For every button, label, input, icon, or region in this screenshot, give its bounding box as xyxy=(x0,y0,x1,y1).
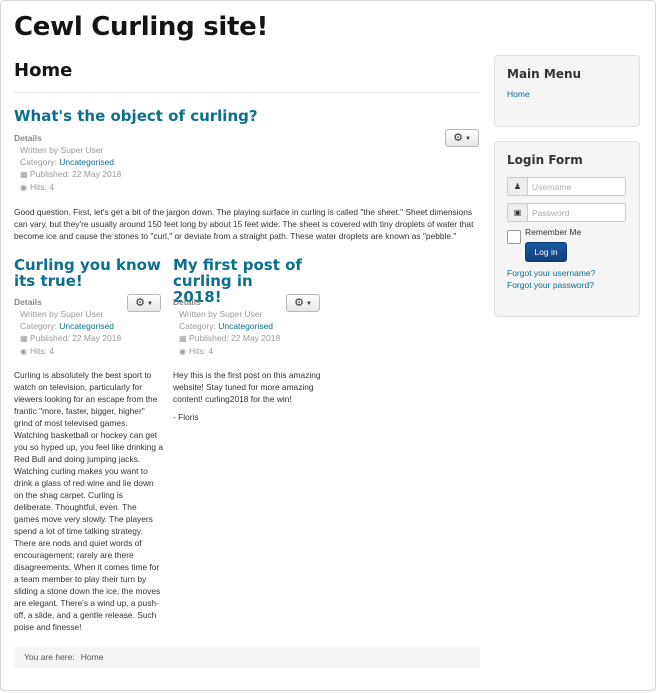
article-body: Good question. First, let's get a bit of… xyxy=(14,207,474,241)
password-field: ▣ xyxy=(507,203,628,222)
gear-icon: ⚙ xyxy=(135,297,145,309)
category-prefix: Category: xyxy=(179,321,219,331)
article-body: Curling is absolutely the best sport to … xyxy=(14,370,163,632)
remember-me-label[interactable]: Remember Me xyxy=(525,227,581,237)
details-label: Details xyxy=(14,297,42,307)
page-heading: Home xyxy=(14,60,73,81)
login-form-module: Login Form ♟ ▣ Remember Me Log in Forgot… xyxy=(494,141,640,317)
article-signature: - Floris xyxy=(173,412,199,422)
password-input[interactable] xyxy=(528,204,628,221)
username-input[interactable] xyxy=(528,178,628,195)
username-field: ♟ xyxy=(507,177,628,196)
eye-icon: ◉ xyxy=(179,347,186,356)
category: Category: Uncategorised xyxy=(14,156,121,168)
lock-icon: ▣ xyxy=(508,204,528,221)
hits-text: Hits: 4 xyxy=(189,346,214,356)
category-prefix: Category: xyxy=(20,157,60,167)
article-title-curling-you-know[interactable]: Curling you know its true! xyxy=(14,257,162,289)
article-info: Details Written by Super User Category: … xyxy=(173,296,280,358)
author: Written by Super User xyxy=(20,145,104,155)
menu-item-home[interactable]: Home xyxy=(507,89,530,99)
forgot-password-link[interactable]: Forgot your password? xyxy=(507,280,594,290)
article-info: Details Written by Super User Category: … xyxy=(14,132,121,194)
breadcrumb: You are here: Home xyxy=(14,646,480,668)
article-tools-button[interactable]: ⚙ ▼ xyxy=(286,294,320,312)
category-prefix: Category: xyxy=(20,321,60,331)
main-menu-module: Main Menu Home xyxy=(494,55,640,127)
published-text: Published: 22 May 2018 xyxy=(30,333,122,343)
published-date: ▦ Published: 22 May 2018 xyxy=(14,168,121,181)
author: Written by Super User xyxy=(179,309,263,319)
user-icon: ♟ xyxy=(508,178,528,195)
hits-text: Hits: 4 xyxy=(30,346,55,356)
hits-text: Hits: 4 xyxy=(30,182,55,192)
caret-down-icon: ▼ xyxy=(464,136,471,142)
divider xyxy=(14,92,480,93)
breadcrumb-home[interactable]: Home xyxy=(81,652,104,662)
gear-icon: ⚙ xyxy=(294,297,304,309)
hits: ◉ Hits: 4 xyxy=(14,181,121,194)
eye-icon: ◉ xyxy=(20,347,27,356)
eye-icon: ◉ xyxy=(20,183,27,192)
calendar-icon: ▦ xyxy=(179,334,187,343)
caret-down-icon: ▼ xyxy=(305,301,312,307)
published-date: ▦ Published: 22 May 2018 xyxy=(14,332,121,345)
category-link[interactable]: Uncategorised xyxy=(59,157,114,167)
site-title[interactable]: Cewl Curling site! xyxy=(14,12,268,42)
login-form-title: Login Form xyxy=(507,153,583,167)
details-label: Details xyxy=(173,297,201,307)
details-label: Details xyxy=(14,133,42,143)
remember-me-checkbox[interactable] xyxy=(507,230,521,244)
category-link[interactable]: Uncategorised xyxy=(59,321,114,331)
forgot-username-link[interactable]: Forgot your username? xyxy=(507,268,595,278)
published-text: Published: 22 May 2018 xyxy=(189,333,281,343)
category-link[interactable]: Uncategorised xyxy=(218,321,273,331)
published-text: Published: 22 May 2018 xyxy=(30,169,122,179)
hits: ◉ Hits: 4 xyxy=(173,345,280,358)
article-tools-button[interactable]: ⚙ ▼ xyxy=(445,129,479,147)
calendar-icon: ▦ xyxy=(20,170,28,179)
article-info: Details Written by Super User Category: … xyxy=(14,296,121,358)
category: Category: Uncategorised xyxy=(173,320,280,332)
breadcrumb-prefix: You are here: xyxy=(24,652,75,662)
main-menu-title: Main Menu xyxy=(507,67,582,81)
gear-icon: ⚙ xyxy=(453,132,463,144)
caret-down-icon: ▼ xyxy=(146,301,153,307)
article-tools-button[interactable]: ⚙ ▼ xyxy=(127,294,161,312)
published-date: ▦ Published: 22 May 2018 xyxy=(173,332,280,345)
article-title-object-of-curling[interactable]: What's the object of curling? xyxy=(14,108,454,124)
category: Category: Uncategorised xyxy=(14,320,121,332)
article-body: Hey this is the first post on this amazi… xyxy=(173,370,321,404)
calendar-icon: ▦ xyxy=(20,334,28,343)
author: Written by Super User xyxy=(20,309,104,319)
hits: ◉ Hits: 4 xyxy=(14,345,121,358)
login-button[interactable]: Log in xyxy=(525,242,567,262)
